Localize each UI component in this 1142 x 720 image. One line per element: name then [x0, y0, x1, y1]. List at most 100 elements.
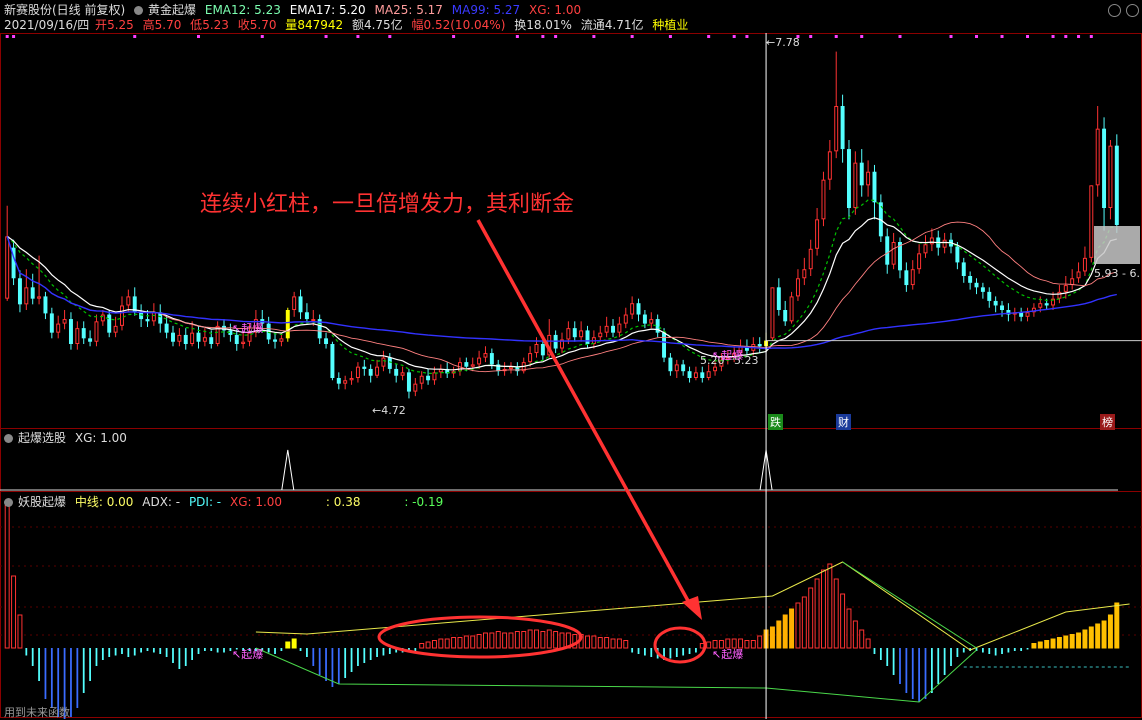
footer-note: 用到未来函数 — [4, 706, 70, 719]
candle-body-121 — [776, 287, 781, 310]
indicator-settings-icon[interactable] — [134, 6, 144, 15]
panel3-xg: XG: 1.00 — [229, 495, 283, 509]
yao-bar-165 — [1056, 637, 1062, 649]
candle-body-47 — [304, 312, 309, 320]
candle-body-125 — [802, 269, 807, 279]
limit-marker-17 — [745, 35, 749, 38]
panel3-header: 妖股起爆 中线: 0.00 ADX: - PDI: - XG: 1.00 : 0… — [4, 494, 448, 510]
candle-body-61 — [394, 368, 399, 376]
panel3-name[interactable]: 妖股起爆 — [18, 495, 66, 509]
change-label: 幅 — [411, 18, 424, 32]
yao-bar-124 — [795, 602, 801, 649]
yao-bar-125 — [801, 596, 807, 649]
settings-icon[interactable] — [1126, 4, 1139, 17]
panel3-pdi: PDI: - — [188, 495, 222, 509]
limit-marker-12 — [592, 35, 596, 38]
limit-marker-5 — [324, 35, 328, 38]
panel3-settings-icon[interactable] — [4, 498, 13, 507]
turnover-value: 换18.01% — [514, 18, 572, 32]
candle-body-155 — [993, 300, 998, 306]
candle-body-163 — [1044, 303, 1049, 306]
candle-body-128 — [821, 179, 826, 220]
candle-body-134 — [859, 162, 864, 186]
low-value: 5.23 — [202, 18, 229, 32]
candle-body-44 — [285, 310, 290, 339]
yao-bar-87 — [559, 632, 565, 649]
candle-body-11 — [75, 328, 80, 344]
yao-bar-167 — [1069, 634, 1075, 649]
candle-body-127 — [815, 219, 820, 249]
vol-value: 847942 — [297, 18, 344, 32]
yao-bar-81 — [521, 631, 527, 649]
yao-bar-96 — [616, 638, 622, 649]
candle-body-150 — [961, 262, 966, 276]
candle-body-51 — [330, 344, 335, 378]
close-label: 收 — [237, 18, 250, 32]
event-cai-badge[interactable]: 财 — [836, 414, 851, 430]
event-die-badge[interactable]: 跌 — [768, 414, 783, 430]
candle-body-138 — [885, 236, 890, 265]
qibao-label-1: ↖起爆 — [232, 322, 264, 335]
candle-body-65 — [419, 375, 424, 384]
candle-body-30 — [196, 332, 201, 342]
candle-body-98 — [630, 303, 635, 315]
yao-bar-133 — [852, 620, 858, 649]
yao-bar-77 — [495, 631, 501, 649]
candle-body-67 — [432, 372, 437, 381]
yao-bar-66 — [425, 641, 431, 649]
panel2-name[interactable]: 起爆选股 — [18, 431, 66, 445]
highlight-ellipse-small — [653, 626, 707, 664]
annotation-text: 连续小红柱，一旦倍增发力，其利断金 — [200, 192, 575, 217]
limit-marker-3 — [197, 35, 201, 38]
candle-body-130 — [834, 106, 839, 152]
candle-body-135 — [866, 171, 871, 186]
price-panel-frame — [0, 33, 1142, 429]
candle-body-136 — [872, 171, 877, 203]
ma25-value: MA25: 5.17 — [374, 3, 443, 17]
yao-bar-117 — [750, 640, 756, 649]
indicator-name[interactable]: 黄金起爆 — [148, 3, 196, 17]
yao-bar-121 — [776, 620, 782, 649]
limit-marker-20 — [834, 35, 838, 38]
event-bang-badge[interactable]: 榜 — [1100, 414, 1115, 430]
yao-bar-174 — [1114, 602, 1120, 649]
panel3-v2: : -0.19 — [404, 495, 444, 509]
candle-body-104 — [668, 357, 673, 372]
ma99-value: MA99: 5.27 — [451, 3, 521, 17]
candle-body-143 — [917, 253, 922, 270]
chart-canvas[interactable] — [0, 0, 1142, 719]
yao-bar-94 — [604, 637, 610, 649]
candle-body-133 — [853, 162, 858, 209]
limit-marker-30 — [1089, 35, 1093, 38]
annotation-arrow-head — [682, 596, 702, 620]
candle-body-53 — [343, 380, 348, 384]
yao-bar-130 — [833, 578, 839, 649]
yao-bar-127 — [814, 578, 820, 649]
yao-bar-118 — [757, 635, 763, 649]
quote-row: 2021/09/16/四 开5.25 高5.70 低5.23 收5.70 量84… — [4, 17, 693, 33]
candle-body-152 — [974, 282, 979, 288]
close-icon[interactable] — [1108, 4, 1121, 17]
candle-body-66 — [426, 375, 431, 381]
yao-bar-65 — [419, 643, 425, 649]
candle-body-18 — [120, 305, 124, 326]
candle-body-75 — [483, 353, 488, 358]
candle-body-106 — [681, 364, 686, 372]
candle-body-82 — [528, 353, 533, 363]
low-label: 低 — [190, 18, 203, 32]
candle-body-17 — [113, 325, 118, 333]
candle-body-99 — [636, 303, 641, 315]
candle-body-172 — [1102, 128, 1107, 208]
panel2-settings-icon[interactable] — [4, 434, 13, 443]
candle-body-95 — [611, 325, 615, 333]
limit-marker-9 — [515, 35, 519, 38]
candle-body-108 — [693, 372, 698, 379]
candle-body-48 — [311, 319, 316, 322]
candle-body-31 — [202, 337, 207, 342]
candle-body-100 — [642, 314, 647, 324]
candle-body-59 — [381, 357, 386, 367]
candle-body-93 — [598, 332, 603, 338]
stock-name[interactable]: 新赛股份(日线 前复权) — [4, 3, 125, 17]
candle-body-88 — [566, 328, 571, 340]
sector-value[interactable]: 种植业 — [652, 18, 688, 32]
